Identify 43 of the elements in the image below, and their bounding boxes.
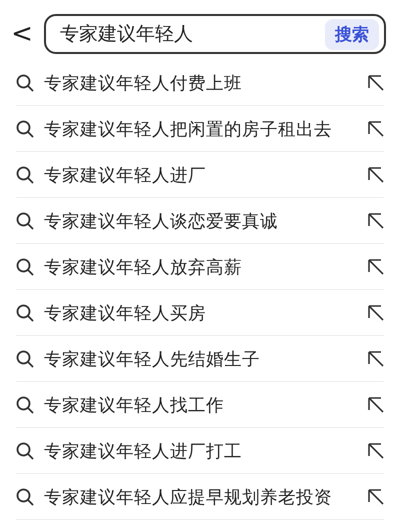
suggestion-text: 专家建议年轻人谈恋爱要真诚: [44, 210, 279, 232]
suggestion-item[interactable]: 专家建议年轻人买房: [16, 290, 384, 336]
search-icon: [16, 350, 34, 368]
suggestion-item[interactable]: 专家建议年轻人进厂打工: [16, 428, 384, 474]
fill-arrow-icon[interactable]: [368, 396, 384, 412]
back-button[interactable]: <: [10, 21, 34, 47]
fill-arrow-icon[interactable]: [368, 74, 384, 90]
fill-arrow-icon[interactable]: [368, 166, 384, 182]
fill-arrow-icon[interactable]: [368, 120, 384, 136]
suggestion-item[interactable]: 专家建议年轻人放弃高薪: [16, 244, 384, 290]
suggestion-item[interactable]: 专家建议年轻人找工作: [16, 382, 384, 428]
fill-arrow-icon[interactable]: [368, 212, 384, 228]
suggestion-item[interactable]: 专家建议年轻人进厂: [16, 152, 384, 198]
suggestion-text: 专家建议年轻人进厂: [44, 164, 207, 186]
suggestion-item[interactable]: 专家建议年轻人把闲置的房子租出去: [16, 106, 384, 152]
search-icon: [16, 396, 34, 414]
suggestion-text: 专家建议年轻人放弃高薪: [44, 256, 243, 278]
suggestion-item[interactable]: 专家建议年轻人付费上班: [16, 60, 384, 106]
search-button[interactable]: 搜索: [325, 18, 379, 50]
suggestion-item[interactable]: 专家建议年轻人先结婚生子: [16, 336, 384, 382]
search-icon: [16, 488, 34, 506]
search-icon: [16, 212, 34, 230]
suggestion-text: 专家建议年轻人找工作: [44, 394, 225, 416]
search-icon: [16, 258, 34, 276]
fill-arrow-icon[interactable]: [368, 488, 384, 504]
suggestion-text: 专家建议年轻人把闲置的房子租出去: [44, 118, 333, 140]
suggestion-text: 专家建议年轻人应提早规划养老投资: [44, 486, 333, 508]
suggestion-text: 专家建议年轻人付费上班: [44, 72, 243, 94]
search-icon: [16, 74, 34, 92]
fill-arrow-icon[interactable]: [368, 304, 384, 320]
search-field[interactable]: 专家建议年轻人 搜索: [44, 14, 386, 54]
suggestion-text: 专家建议年轻人买房: [44, 302, 207, 324]
suggestion-item[interactable]: 专家建议年轻人应提早规划养老投资: [16, 474, 384, 520]
search-icon: [16, 442, 34, 460]
search-icon: [16, 166, 34, 184]
fill-arrow-icon[interactable]: [368, 442, 384, 458]
suggestion-text: 专家建议年轻人先结婚生子: [44, 348, 261, 370]
suggestion-text: 专家建议年轻人进厂打工: [44, 440, 243, 462]
search-icon: [16, 120, 34, 138]
fill-arrow-icon[interactable]: [368, 258, 384, 274]
fill-arrow-icon[interactable]: [368, 350, 384, 366]
search-icon: [16, 304, 34, 322]
suggestion-item[interactable]: 专家建议年轻人谈恋爱要真诚: [16, 198, 384, 244]
